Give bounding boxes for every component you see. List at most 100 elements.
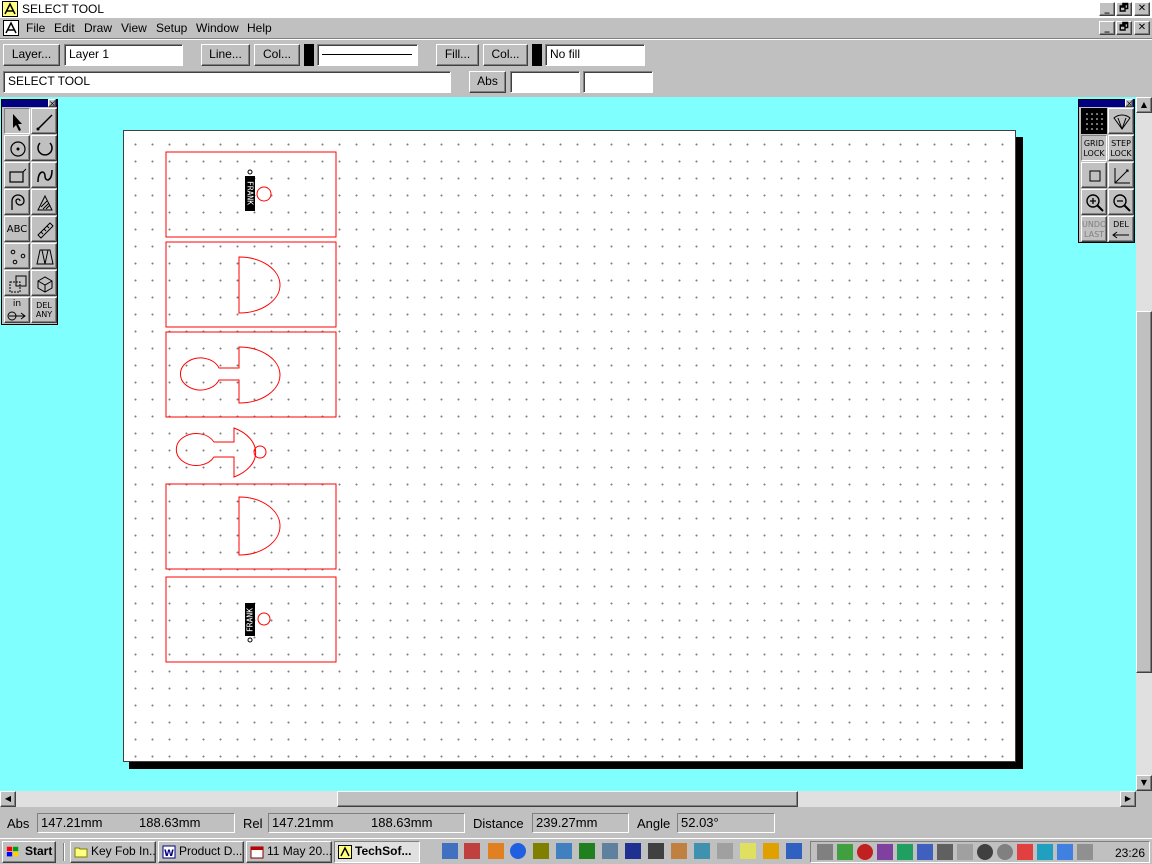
menu-file[interactable]: File	[26, 21, 45, 35]
snap-square-button[interactable]	[1081, 162, 1107, 188]
panel-1-engraving[interactable]: FRANK	[245, 169, 255, 211]
quicklaunch-11-icon[interactable]	[671, 843, 687, 859]
tray-13-icon[interactable]	[1057, 844, 1073, 860]
task-calendar[interactable]: 11 May 20...	[246, 841, 332, 863]
quicklaunch-5-icon[interactable]	[533, 843, 549, 859]
close-button[interactable]: ✕	[1134, 2, 1150, 16]
tray-10-icon[interactable]	[997, 844, 1013, 860]
quicklaunch-14-icon[interactable]	[740, 843, 756, 859]
quicklaunch-8-icon[interactable]	[602, 843, 618, 859]
quicklaunch-15-icon[interactable]	[763, 843, 779, 859]
undo-last-button[interactable]: UNDO LAST	[1081, 216, 1107, 242]
start-button[interactable]: Start	[2, 841, 56, 863]
text-tool[interactable]: ABC	[4, 216, 30, 242]
panel-4-outline[interactable]	[165, 483, 337, 570]
transform-tool[interactable]	[31, 243, 57, 269]
tray-2-icon[interactable]	[837, 844, 853, 860]
task-product-doc[interactable]: W Product D...	[158, 841, 244, 863]
dimension-tool[interactable]	[31, 216, 57, 242]
tray-14-icon[interactable]	[1077, 844, 1093, 860]
task-techsoft[interactable]: TechSof...	[334, 841, 420, 863]
quicklaunch-13-icon[interactable]	[717, 843, 733, 859]
tray-3-icon[interactable]	[857, 844, 873, 860]
zoom-out-button[interactable]	[1108, 189, 1134, 215]
delete-any-tool[interactable]: DEL ANY	[31, 297, 57, 323]
vertical-scroll-thumb[interactable]	[1136, 311, 1152, 673]
drawing-canvas[interactable]: FRANK FRANK	[124, 131, 1017, 763]
tray-11-icon[interactable]	[1017, 844, 1033, 860]
fill-field[interactable]: No fill	[545, 44, 645, 66]
menu-setup[interactable]: Setup	[156, 21, 187, 35]
3d-tool[interactable]	[31, 270, 57, 296]
panel-1-hole[interactable]	[256, 186, 272, 202]
delete-last-button[interactable]: DEL	[1108, 216, 1134, 242]
layer-button[interactable]: Layer...	[3, 44, 60, 66]
vertical-scrollbar[interactable]: ▲ ▼	[1136, 97, 1152, 791]
document-icon[interactable]	[3, 20, 19, 36]
panel-5-hole[interactable]	[257, 612, 271, 626]
fill-button[interactable]: Fill...	[436, 44, 479, 66]
excel-icon[interactable]	[579, 843, 595, 859]
circle-tool[interactable]	[4, 135, 30, 161]
panel-3-keyfob-shape[interactable]	[179, 346, 281, 404]
menu-view[interactable]: View	[121, 21, 147, 35]
rectangle-tool[interactable]	[4, 162, 30, 188]
abs-button[interactable]: Abs	[469, 71, 506, 93]
horizontal-scroll-thumb[interactable]	[337, 791, 798, 807]
tray-1-icon[interactable]	[817, 844, 833, 860]
keyfob-part[interactable]	[175, 427, 257, 478]
quicklaunch-6-icon[interactable]	[556, 843, 572, 859]
tray-8-icon[interactable]	[957, 844, 973, 860]
tray-9-icon[interactable]	[977, 844, 993, 860]
scroll-up-button[interactable]: ▲	[1136, 97, 1152, 113]
scroll-down-button[interactable]: ▼	[1136, 775, 1152, 791]
right-palette-close-button[interactable]: ×	[1125, 99, 1133, 108]
coord-x-field[interactable]	[510, 71, 580, 93]
step-lock-button[interactable]: STEP LOCK	[1108, 135, 1134, 161]
units-tool[interactable]: in	[4, 297, 30, 323]
word-icon[interactable]	[625, 843, 641, 859]
panel-2-d-shape[interactable]	[238, 256, 281, 314]
zoom-in-button[interactable]	[1081, 189, 1107, 215]
quicklaunch-2-icon[interactable]	[464, 843, 480, 859]
doc-minimize-button[interactable]: _	[1099, 21, 1115, 35]
angle-step-tool[interactable]	[1108, 108, 1134, 134]
panel-4-d-shape[interactable]	[238, 496, 281, 556]
minimize-button[interactable]: _	[1099, 2, 1115, 16]
doc-close-button[interactable]: ✕	[1134, 21, 1150, 35]
quicklaunch-1-icon[interactable]	[442, 843, 458, 859]
task-key-fob[interactable]: Key Fob In...	[70, 841, 156, 863]
layer-field[interactable]: Layer 1	[64, 44, 183, 66]
left-palette-close-button[interactable]: ×	[48, 99, 56, 108]
menu-edit[interactable]: Edit	[54, 21, 75, 35]
select-tool[interactable]	[4, 108, 30, 134]
fill-color-button[interactable]: Col...	[483, 44, 528, 66]
spiral-tool[interactable]	[4, 189, 30, 215]
hatch-tool[interactable]	[31, 189, 57, 215]
arc-tool[interactable]	[31, 135, 57, 161]
clock[interactable]: 23:26	[1115, 846, 1145, 860]
menu-help[interactable]: Help	[247, 21, 272, 35]
grid-toggle[interactable]	[1081, 108, 1107, 134]
panel-5-engraving[interactable]: FRANK	[245, 603, 255, 643]
line-tool[interactable]	[31, 108, 57, 134]
curve-tool[interactable]	[31, 162, 57, 188]
quicklaunch-12-icon[interactable]	[694, 843, 710, 859]
menu-window[interactable]: Window	[196, 21, 239, 35]
horizontal-scrollbar[interactable]: ◀ ▶	[0, 791, 1136, 807]
tray-7-icon[interactable]	[937, 844, 953, 860]
internet-explorer-icon[interactable]	[510, 843, 526, 859]
menu-draw[interactable]: Draw	[84, 21, 112, 35]
group-tool[interactable]	[4, 270, 30, 296]
line-preview-field[interactable]	[317, 44, 418, 66]
grid-lock-button[interactable]: GRID LOCK	[1081, 135, 1107, 161]
restore-button[interactable]: 🗗	[1116, 2, 1132, 16]
line-style-button[interactable]: Line...	[201, 44, 250, 66]
doc-restore-button[interactable]: 🗗	[1116, 21, 1132, 35]
panel-2-outline[interactable]	[165, 241, 337, 328]
scroll-right-button[interactable]: ▶	[1120, 791, 1136, 807]
techsoft-app-icon[interactable]	[2, 1, 18, 17]
tray-6-icon[interactable]	[917, 844, 933, 860]
panel-3-outline[interactable]	[165, 331, 337, 418]
scroll-left-button[interactable]: ◀	[0, 791, 16, 807]
